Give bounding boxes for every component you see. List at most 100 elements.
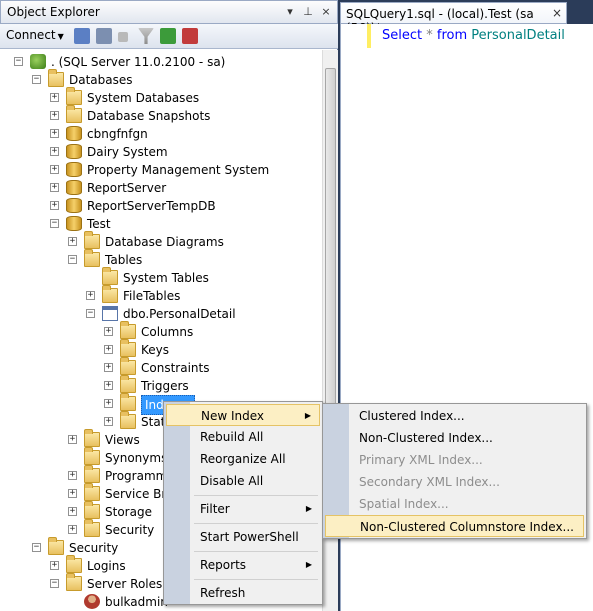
tree-node[interactable]: − Test [0,215,322,233]
tree-node-label: . (SQL Server 11.0.2100 - sa) [51,55,226,69]
tree-node-label: Dairy System [87,145,168,159]
tree-node-label: dbo.PersonalDetail [123,307,236,321]
folder-icon [84,231,100,249]
tree-node[interactable]: − dbo.PersonalDetail [0,305,322,323]
menu-item[interactable]: Filter ▶ [166,498,320,520]
menu-item[interactable]: Refresh [166,582,320,604]
folder-icon [66,555,82,573]
close-tab-icon[interactable]: × [552,6,562,20]
expand-icon[interactable]: + [68,471,77,480]
expand-icon[interactable]: + [50,561,59,570]
expand-icon[interactable]: + [104,381,113,390]
menu-item[interactable]: Reports ▶ [166,554,320,576]
tree-node[interactable]: + Database Snapshots [0,105,322,125]
expand-icon[interactable]: + [68,237,77,246]
folder-icon [66,87,82,105]
database-icon [66,216,82,231]
menu-item[interactable]: New Index ▶ [166,404,320,426]
tree-node[interactable]: + Columns [0,321,322,341]
expand-icon[interactable]: + [104,327,113,336]
collapse-icon[interactable]: − [50,219,59,228]
expand-icon[interactable]: + [50,147,59,156]
menu-separator [194,579,318,580]
connect-button[interactable]: Connect ▼ [6,28,64,42]
expand-icon[interactable]: + [68,507,77,516]
expand-icon[interactable]: + [104,417,113,426]
menu-item[interactable]: Disable All [166,470,320,492]
tree-node[interactable]: + Dairy System [0,143,322,161]
tree-node[interactable]: − Tables [0,249,322,269]
tree-node[interactable]: + Property Management System [0,161,322,179]
menu-item[interactable]: Start PowerShell [166,526,320,548]
tree-node[interactable]: + ReportServer [0,179,322,197]
connect-object-explorer-icon[interactable] [74,28,90,44]
expand-icon[interactable]: + [68,435,77,444]
tree-node[interactable]: + ReportServerTempDB [0,197,322,215]
tree-node[interactable]: + System Databases [0,87,322,107]
folder-icon [120,375,136,393]
window-position-icon[interactable]: ▾ [283,4,297,20]
submenu-item: Secondary XML Index... [325,471,584,493]
pin-icon[interactable]: ⊥ [301,4,315,20]
close-icon[interactable]: × [319,4,333,20]
tree-node-label: System Tables [123,271,209,285]
menu-item[interactable]: Reorganize All [166,448,320,470]
menu-item-label: Disable All [200,474,264,488]
query-line[interactable]: Select * from PersonalDetail [382,28,565,43]
expand-icon[interactable]: + [86,291,95,300]
expand-icon[interactable]: + [50,183,59,192]
collapse-icon[interactable]: − [68,255,77,264]
filter-icon[interactable] [138,28,154,44]
collapse-icon[interactable]: − [14,57,23,66]
expand-icon[interactable]: + [50,111,59,120]
menu-item-label: New Index [201,409,265,423]
tree-node[interactable]: + Keys [0,339,322,359]
tree-node-label: Constraints [141,361,210,375]
expand-icon[interactable]: + [50,201,59,210]
folder-icon [120,411,136,429]
tree-node-label: bulkadmin [105,595,168,609]
tree-node[interactable]: + Triggers [0,375,322,395]
submenu-item[interactable]: Clustered Index... [325,405,584,427]
expand-icon[interactable]: + [50,93,59,102]
tree-node-label: ReportServerTempDB [87,199,216,213]
tree-node-label: Views [105,433,140,447]
database-icon [66,162,82,177]
collapse-icon[interactable]: − [32,75,41,84]
collapse-icon[interactable]: − [86,309,95,318]
tree-node-label: Synonyms [105,451,168,465]
menu-item[interactable]: Rebuild All [166,426,320,448]
folder-icon [120,321,136,339]
tree-node[interactable]: − Databases [0,69,322,89]
disconnect-icon[interactable] [96,28,112,44]
table-name: PersonalDetail [471,28,565,43]
tree-node[interactable]: + Constraints [0,357,322,377]
stop-icon[interactable] [118,32,128,42]
folder-icon [66,573,82,591]
tree-node-label: Database Snapshots [87,109,211,123]
expand-icon[interactable]: + [104,363,113,372]
submenu-item[interactable]: Non-Clustered Columnstore Index... [325,515,584,537]
tree-node[interactable]: + Database Diagrams [0,231,322,251]
refresh-icon[interactable] [160,28,176,44]
tree-node[interactable]: + cbngfnfgn [0,125,322,143]
submenu-item[interactable]: Non-Clustered Index... [325,427,584,449]
expand-icon[interactable]: + [68,489,77,498]
expand-icon[interactable]: + [50,165,59,174]
tree-node[interactable]: + FileTables [0,285,322,305]
tree-node-label: Keys [141,343,170,357]
star-operator: * [426,28,433,43]
submenu-item: Spatial Index... [325,493,584,515]
tree-node-label: Triggers [141,379,189,393]
expand-icon[interactable]: + [50,129,59,138]
expand-icon[interactable]: + [104,345,113,354]
expand-icon[interactable]: + [104,399,113,408]
submenu-item-label: Non-Clustered Index... [359,431,493,445]
collapse-icon[interactable]: − [50,579,59,588]
collapse-icon[interactable]: − [32,543,41,552]
tree-node[interactable]: System Tables [0,267,322,287]
menu-item-label: Filter [200,502,230,516]
query-tab[interactable]: SQLQuery1.sql - (local).Test (sa (56))* … [340,2,567,35]
expand-icon[interactable]: + [68,525,77,534]
activity-monitor-icon[interactable] [182,28,198,44]
